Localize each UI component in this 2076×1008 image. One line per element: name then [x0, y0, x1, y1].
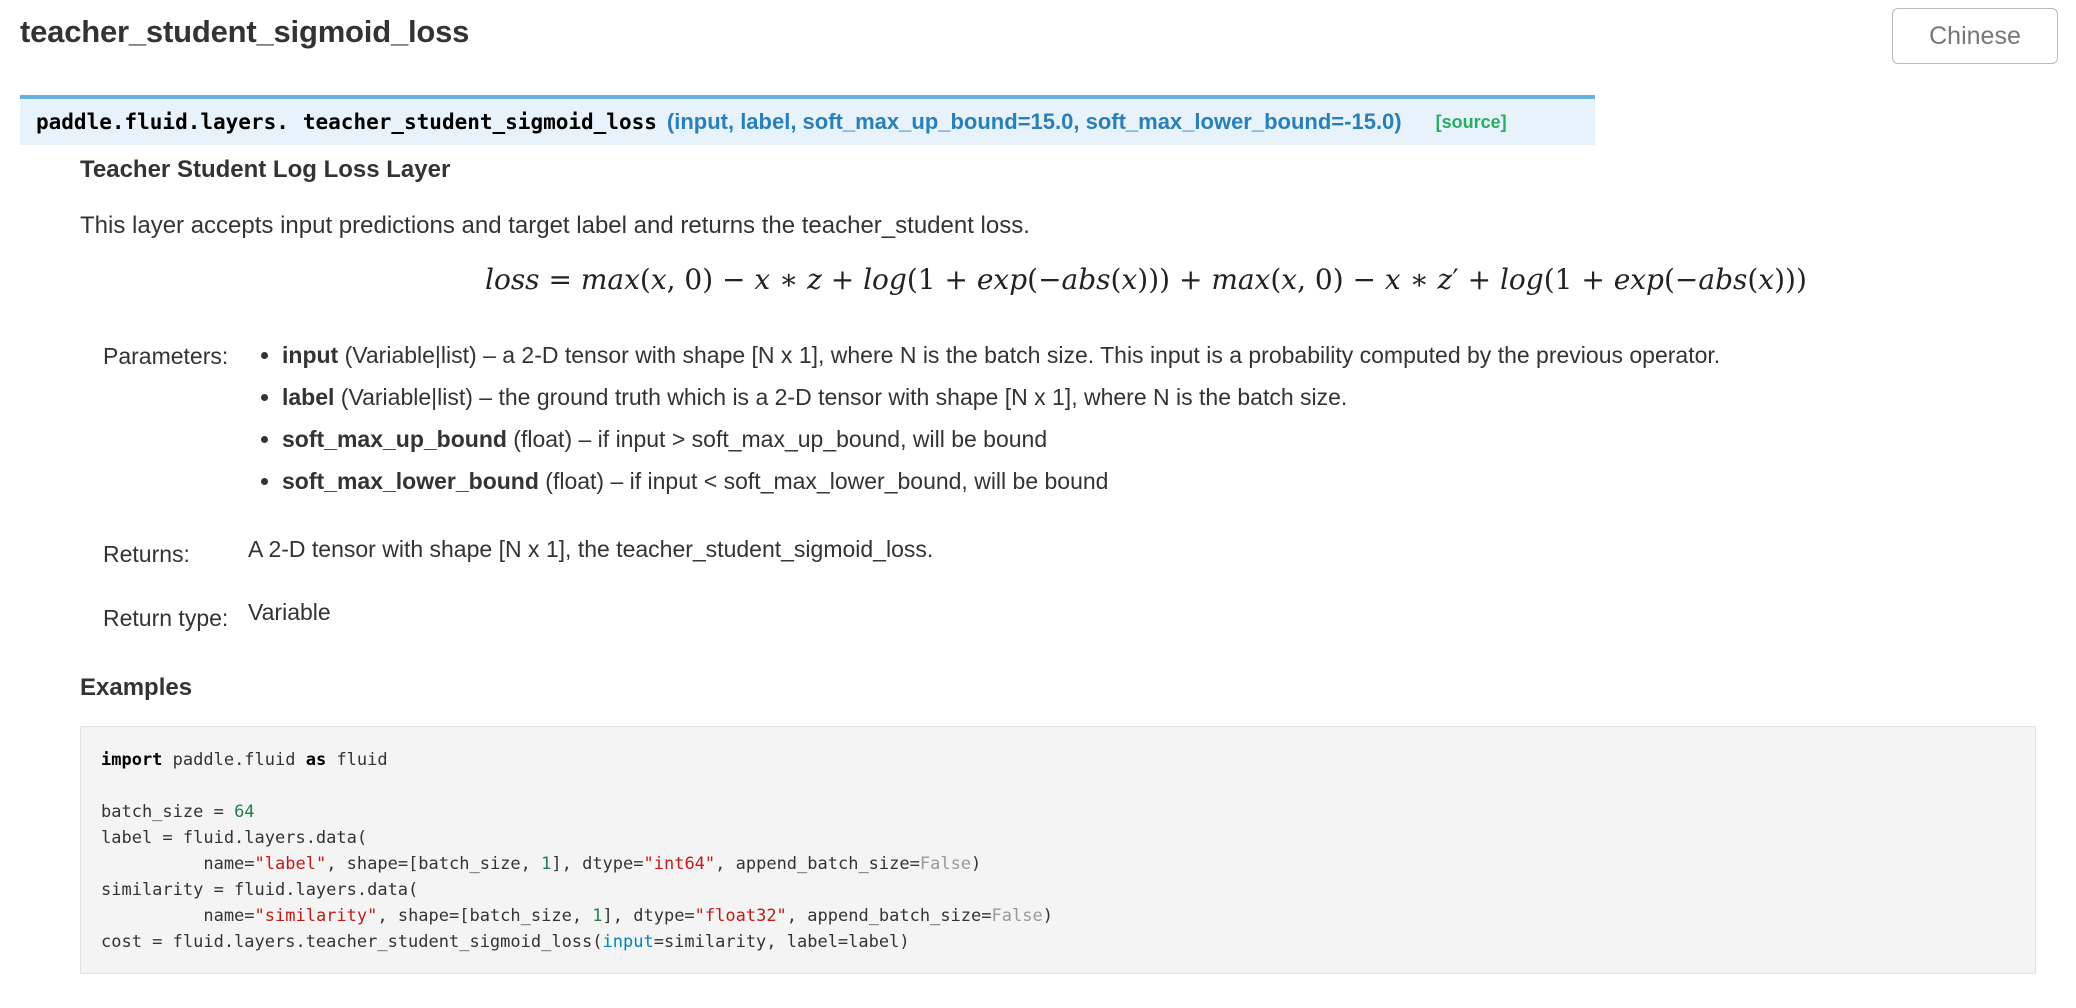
signature-module: paddle.fluid.layers.	[36, 110, 289, 134]
code-line: name="similarity", shape=[batch_size, 1]…	[101, 906, 1053, 926]
return-type-value: Variable	[248, 599, 331, 625]
param-item: input (Variable|list) – a 2-D tensor wit…	[282, 340, 1720, 382]
description-heading: Teacher Student Log Loss Layer	[80, 156, 451, 183]
returns-label: Returns:	[103, 541, 190, 567]
description-text: This layer accepts input predictions and…	[80, 212, 1030, 239]
examples-heading: Examples	[80, 674, 193, 701]
param-desc: (Variable|list) – the ground truth which…	[334, 384, 1348, 410]
signature-params: (input, label, soft_max_up_bound=15.0, s…	[666, 109, 1402, 134]
param-item: label (Variable|list) – the ground truth…	[282, 382, 1720, 424]
param-name: label	[282, 384, 335, 410]
param-name: soft_max_lower_bound	[282, 468, 539, 494]
param-desc: (float) – if input < soft_max_lower_boun…	[538, 468, 1109, 494]
code-text: import paddle.fluid as fluid batch_size …	[101, 747, 2035, 955]
language-switch-button[interactable]: Chinese	[1892, 8, 2058, 64]
param-name: soft_max_up_bound	[282, 426, 507, 452]
param-desc: (float) – if input > soft_max_up_bound, …	[506, 426, 1048, 452]
code-line: batch_size = 64	[101, 802, 255, 822]
loss-formula: loss = max(x, 0) − x ∗ z + log(1 + exp(−…	[485, 263, 1807, 296]
code-line: similarity = fluid.layers.data(	[101, 880, 419, 900]
param-name: input	[282, 342, 339, 368]
function-signature: paddle.fluid.layers. teacher_student_sig…	[20, 95, 1595, 145]
return-type-label: Return type:	[103, 605, 229, 631]
code-line: label = fluid.layers.data(	[101, 828, 368, 848]
param-item: soft_max_up_bound (float) – if input > s…	[282, 424, 1720, 466]
param-item: soft_max_lower_bound (float) – if input …	[282, 466, 1720, 508]
code-line: name="label", shape=[batch_size, 1], dty…	[101, 854, 982, 874]
param-desc: (Variable|list) – a 2-D tensor with shap…	[338, 342, 1721, 368]
parameters-label: Parameters:	[103, 343, 229, 369]
page-title: teacher_student_sigmoid_loss	[20, 14, 470, 49]
signature-function-name: teacher_student_sigmoid_loss	[302, 110, 657, 134]
parameters-list: input (Variable|list) – a 2-D tensor wit…	[248, 340, 1720, 508]
returns-value: A 2-D tensor with shape [N x 1], the tea…	[248, 536, 934, 562]
code-line: cost = fluid.layers.teacher_student_sigm…	[101, 932, 910, 952]
code-example: import paddle.fluid as fluid batch_size …	[80, 726, 2036, 974]
code-line: import paddle.fluid as fluid	[101, 750, 388, 770]
source-link[interactable]: [source]	[1436, 112, 1507, 133]
